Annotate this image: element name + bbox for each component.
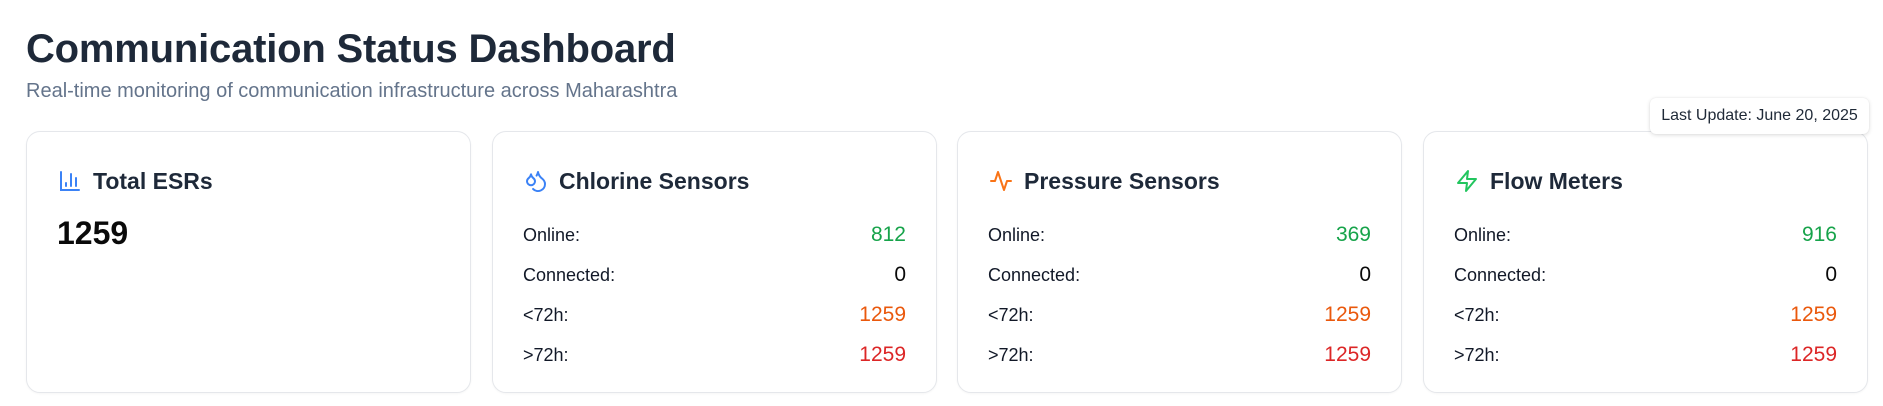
stat-row-connected: Connected: 0 bbox=[988, 255, 1371, 295]
stat-label: Connected: bbox=[1454, 264, 1547, 285]
stat-label: Online: bbox=[988, 224, 1046, 245]
stat-label: <72h: bbox=[988, 304, 1034, 325]
bar-chart-icon bbox=[57, 168, 83, 194]
chlorine-sensors-card: Chlorine Sensors Online: 812 Connected: … bbox=[492, 131, 937, 393]
page-subtitle: Real-time monitoring of communication in… bbox=[26, 80, 678, 102]
stat-row-online: Online: 812 bbox=[523, 215, 906, 255]
stat-row-over-72h: >72h: 1259 bbox=[988, 335, 1371, 375]
card-title: Total ESRs bbox=[93, 168, 213, 194]
stat-value-online: 369 bbox=[1335, 223, 1371, 246]
last-update-badge: Last Update: June 20, 2025 bbox=[1650, 98, 1869, 134]
page-header: Communication Status Dashboard Real-time… bbox=[26, 26, 677, 104]
card-header: Chlorine Sensors bbox=[523, 167, 749, 195]
card-header: Pressure Sensors bbox=[988, 167, 1220, 195]
stat-value-over-72h: 1259 bbox=[1324, 343, 1371, 366]
activity-icon bbox=[988, 168, 1014, 194]
stat-label: >72h: bbox=[988, 344, 1034, 365]
stat-row-under-72h: <72h: 1259 bbox=[988, 295, 1371, 335]
card-header: Flow Meters bbox=[1454, 167, 1623, 195]
card-title: Chlorine Sensors bbox=[559, 168, 750, 194]
card-title: Flow Meters bbox=[1490, 168, 1623, 194]
stat-label: <72h: bbox=[523, 304, 569, 325]
total-esrs-card: Total ESRs 1259 bbox=[26, 131, 471, 393]
droplets-icon bbox=[523, 168, 549, 194]
stat-value-under-72h: 1259 bbox=[1790, 303, 1837, 326]
stat-row-under-72h: <72h: 1259 bbox=[523, 295, 906, 335]
stat-label: Connected: bbox=[523, 264, 616, 285]
stat-value-over-72h: 1259 bbox=[859, 343, 906, 366]
stats-list: Online: 812 Connected: 0 <72h: 1259 >72h… bbox=[523, 215, 906, 375]
stat-label: >72h: bbox=[523, 344, 569, 365]
card-header: Total ESRs bbox=[57, 167, 213, 195]
stat-value-connected: 0 bbox=[1359, 263, 1371, 286]
zap-icon bbox=[1454, 168, 1480, 194]
stat-label: >72h: bbox=[1454, 344, 1500, 365]
stat-label: Online: bbox=[1454, 224, 1512, 245]
stat-label: Online: bbox=[523, 224, 581, 245]
page-title: Communication Status Dashboard bbox=[26, 27, 676, 71]
stat-row-over-72h: >72h: 1259 bbox=[523, 335, 906, 375]
total-esrs-value: 1259 bbox=[57, 215, 129, 251]
stat-value-under-72h: 1259 bbox=[1324, 303, 1371, 326]
stat-label: <72h: bbox=[1454, 304, 1500, 325]
stat-label: Connected: bbox=[988, 264, 1081, 285]
stat-row-over-72h: >72h: 1259 bbox=[1454, 335, 1837, 375]
stat-value-under-72h: 1259 bbox=[859, 303, 906, 326]
stats-list: Online: 916 Connected: 0 <72h: 1259 >72h… bbox=[1454, 215, 1837, 375]
stat-value-online: 916 bbox=[1801, 223, 1837, 246]
stat-row-connected: Connected: 0 bbox=[523, 255, 906, 295]
stat-row-online: Online: 916 bbox=[1454, 215, 1837, 255]
stat-row-connected: Connected: 0 bbox=[1454, 255, 1837, 295]
stat-value-over-72h: 1259 bbox=[1790, 343, 1837, 366]
pressure-sensors-card: Pressure Sensors Online: 369 Connected: … bbox=[957, 131, 1402, 393]
stat-value-connected: 0 bbox=[1825, 263, 1837, 286]
stat-value-connected: 0 bbox=[894, 263, 906, 286]
stat-row-online: Online: 369 bbox=[988, 215, 1371, 255]
flow-meters-card: Flow Meters Online: 916 Connected: 0 <72… bbox=[1423, 131, 1868, 393]
stats-list: Online: 369 Connected: 0 <72h: 1259 >72h… bbox=[988, 215, 1371, 375]
stat-value-online: 812 bbox=[870, 223, 906, 246]
stat-row-under-72h: <72h: 1259 bbox=[1454, 295, 1837, 335]
card-title: Pressure Sensors bbox=[1024, 168, 1220, 194]
